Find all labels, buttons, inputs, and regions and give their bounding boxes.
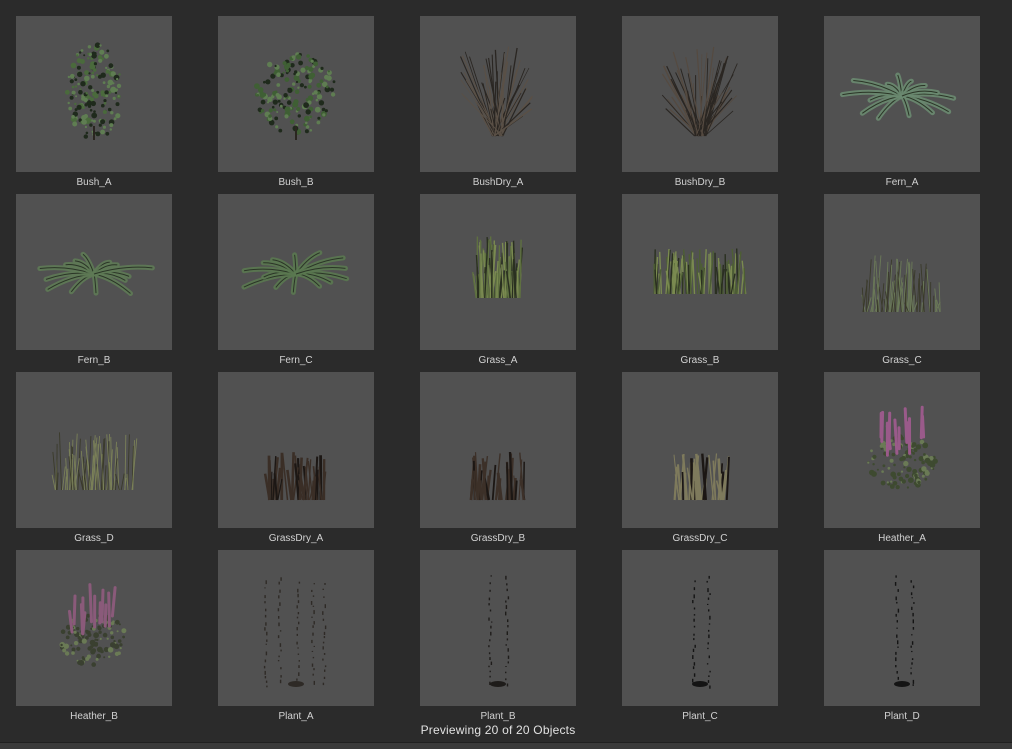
item-label: Grass_C (882, 355, 922, 366)
thumbnail-image (218, 16, 374, 172)
preview-item-heather-b[interactable]: Heather_B (16, 550, 172, 724)
item-label: Plant_A (278, 711, 314, 722)
preview-item-grass-d[interactable]: Grass_D (16, 372, 172, 546)
bottom-bar (0, 742, 1012, 749)
item-label: Fern_A (885, 177, 919, 188)
thumbnail-image (16, 550, 172, 706)
item-label: Plant_D (884, 711, 920, 722)
thumbnail-image (622, 550, 778, 706)
item-label: GrassDry_B (470, 533, 526, 544)
thumbnail-image (622, 372, 778, 528)
preview-item-plant-a[interactable]: Plant_A (218, 550, 374, 724)
thumbnail-image (420, 194, 576, 350)
thumbnail-image (420, 16, 576, 172)
preview-item-plant-c[interactable]: Plant_C (622, 550, 778, 724)
item-label: Plant_C (682, 711, 718, 722)
preview-item-grassdry-a[interactable]: GrassDry_A (218, 372, 374, 546)
preview-item-bush-a[interactable]: Bush_A (16, 16, 172, 190)
item-label: Plant_B (480, 711, 516, 722)
thumbnail-image (16, 16, 172, 172)
item-label: BushDry_B (674, 177, 726, 188)
preview-item-grass-b[interactable]: Grass_B (622, 194, 778, 368)
preview-item-fern-a[interactable]: Fern_A (824, 16, 980, 190)
thumbnail-image (824, 194, 980, 350)
thumbnail-image (824, 16, 980, 172)
thumbnail-image (16, 372, 172, 528)
item-label: Bush_B (278, 177, 314, 188)
thumbnail-image (622, 194, 778, 350)
preview-item-plant-d[interactable]: Plant_D (824, 550, 980, 724)
preview-window: Bush_A Bush_B BushDry_A BushDry_B Fern_A Fern… (0, 0, 1012, 749)
item-label: Grass_B (680, 355, 720, 366)
preview-item-grassdry-b[interactable]: GrassDry_B (420, 372, 576, 546)
item-label: GrassDry_C (672, 533, 728, 544)
thumbnail-image (218, 550, 374, 706)
preview-item-grassdry-c[interactable]: GrassDry_C (622, 372, 778, 546)
preview-item-fern-c[interactable]: Fern_C (218, 194, 374, 368)
thumbnail-image (824, 550, 980, 706)
preview-item-grass-a[interactable]: Grass_A (420, 194, 576, 368)
item-label: Bush_A (76, 177, 112, 188)
item-label: Grass_D (74, 533, 114, 544)
preview-item-plant-b[interactable]: Plant_B (420, 550, 576, 724)
preview-item-fern-b[interactable]: Fern_B (16, 194, 172, 368)
thumbnail-image (420, 550, 576, 706)
item-label: Grass_A (478, 355, 518, 366)
item-label: BushDry_A (472, 177, 524, 188)
preview-item-heather-a[interactable]: Heather_A (824, 372, 980, 546)
thumbnail-image (622, 16, 778, 172)
thumbnail-image (16, 194, 172, 350)
preview-status-text: Previewing 20 of 20 Objects (420, 723, 576, 737)
item-label: Heather_A (878, 533, 926, 544)
item-label: Fern_C (279, 355, 313, 366)
item-label: Heather_B (70, 711, 118, 722)
item-label: Fern_B (77, 355, 111, 366)
preview-item-grass-c[interactable]: Grass_C (824, 194, 980, 368)
preview-item-bushdry-a[interactable]: BushDry_A (420, 16, 576, 190)
item-label: GrassDry_A (268, 533, 324, 544)
thumbnail-image (824, 372, 980, 528)
thumbnail-image (420, 372, 576, 528)
thumbnail-image (218, 194, 374, 350)
preview-item-bush-b[interactable]: Bush_B (218, 16, 374, 190)
preview-item-bushdry-b[interactable]: BushDry_B (622, 16, 778, 190)
thumbnail-image (218, 372, 374, 528)
